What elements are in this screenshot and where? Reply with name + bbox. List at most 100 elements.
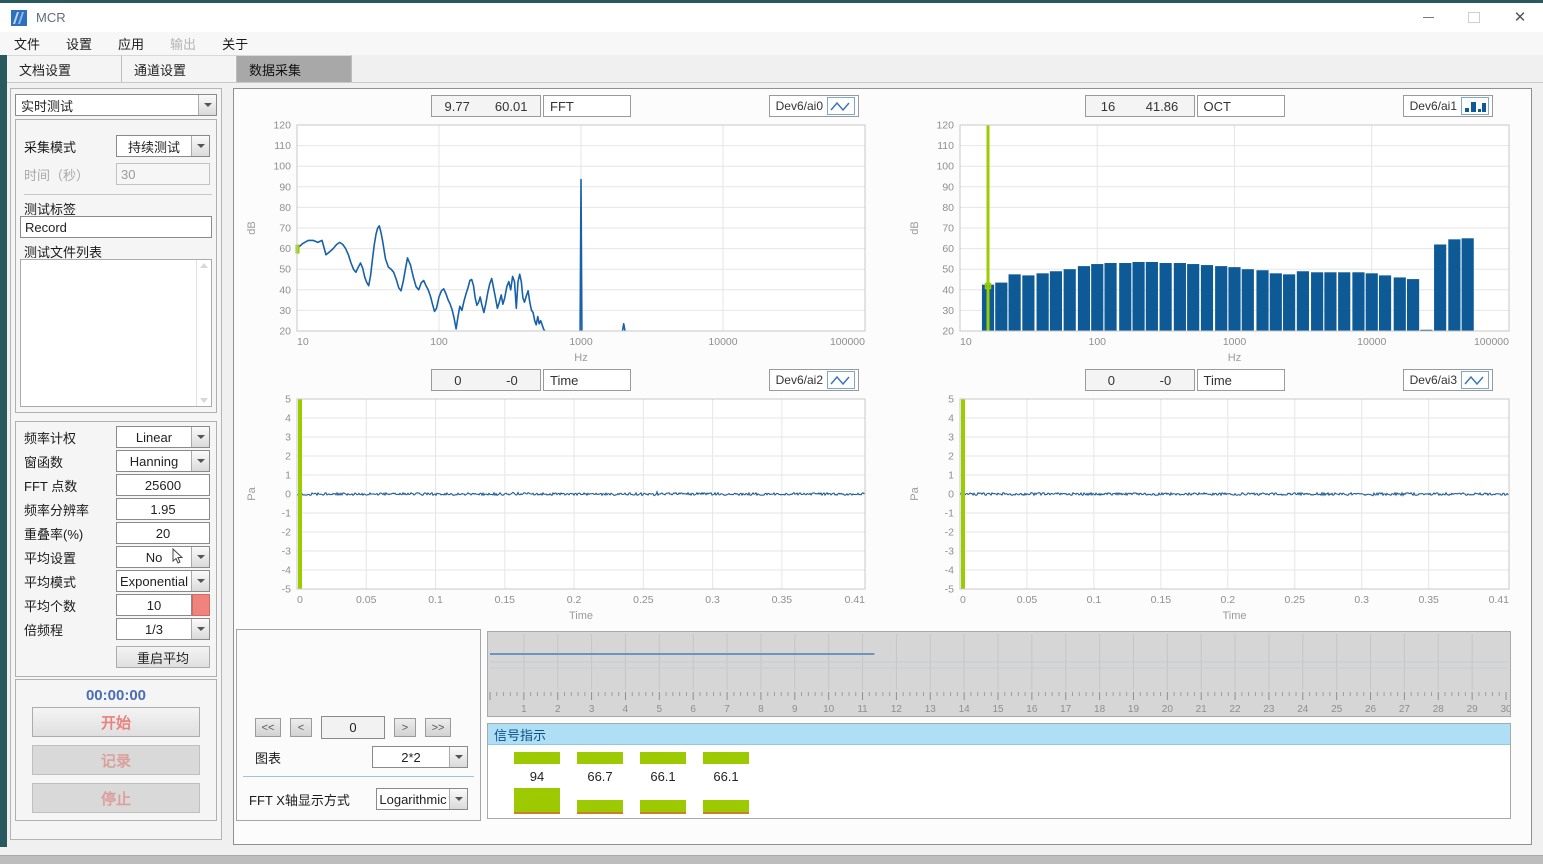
oct-plot[interactable]: 2030405060708090100110120101001000100001… — [904, 119, 1525, 365]
last-page-button[interactable]: >> — [425, 718, 451, 737]
svg-text:1: 1 — [521, 704, 527, 715]
svg-text:-3: -3 — [945, 546, 954, 558]
time-ai3-plot[interactable]: -5-4-3-2-101234500.050.10.150.20.250.30.… — [904, 393, 1525, 623]
listbox-scrollbar[interactable] — [196, 260, 211, 406]
svg-text:4: 4 — [623, 704, 629, 715]
chart-time-ai3-header: 0 -0 Time Dev6/ai3 — [904, 367, 1525, 393]
acq-mode-label: 采集模式 — [24, 137, 76, 156]
svg-text:-5: -5 — [282, 584, 291, 596]
channel-selector[interactable]: Dev6/ai3 — [1403, 369, 1493, 391]
start-button[interactable]: 开始 — [32, 707, 200, 737]
restart-average-button[interactable]: 重启平均 — [116, 646, 210, 668]
svg-text:Hz: Hz — [1228, 352, 1241, 364]
chart-oct: 16 41.86 OCT Dev6/ai1 — [904, 93, 1525, 365]
freq-weight-select[interactable]: Linear — [116, 426, 210, 448]
next-page-button[interactable]: > — [394, 718, 416, 737]
svg-text:40: 40 — [279, 284, 291, 296]
channel-selector[interactable]: Dev6/ai1 — [1403, 95, 1493, 117]
signal-meter: 66.1 — [703, 752, 749, 784]
svg-text:5: 5 — [948, 394, 954, 406]
svg-text:70: 70 — [942, 223, 954, 235]
avg-mode-select[interactable]: Exponential — [116, 570, 210, 592]
menu-about[interactable]: 关于 — [222, 34, 248, 53]
avg-setting-select[interactable]: No — [116, 546, 210, 568]
channel-selector[interactable]: Dev6/ai2 — [769, 369, 859, 391]
freq-resolution-label: 频率分辨率 — [24, 500, 89, 519]
menu-file[interactable]: 文件 — [14, 34, 40, 53]
tab-bar: 文档设置 通道设置 数据采集 — [7, 55, 1543, 83]
analysis-settings-group: 频率计权 Linear 窗函数 Hanning FFT 点数 频率分辨率 重叠率… — [15, 421, 217, 677]
svg-text:29: 29 — [1467, 704, 1479, 715]
test-label-field[interactable] — [20, 216, 212, 238]
scroll-down-icon[interactable] — [200, 398, 208, 403]
svg-text:10: 10 — [297, 336, 309, 348]
vu-bar — [577, 800, 623, 814]
chevron-down-icon — [191, 136, 209, 156]
acquisition-group: 采集模式 持续测试 时间（秒） 测试标签 测试文件列表 — [15, 119, 217, 413]
first-page-button[interactable]: << — [255, 718, 281, 737]
line-chart-icon — [827, 97, 855, 115]
bar-chart-icon — [1461, 97, 1489, 115]
test-file-listbox[interactable] — [20, 259, 212, 407]
octave-select[interactable]: 1/3 — [116, 618, 210, 640]
elapsed-timer: 00:00:00 — [16, 687, 216, 704]
svg-text:14: 14 — [959, 704, 971, 715]
svg-text:12: 12 — [891, 704, 903, 715]
page-number-box[interactable]: 0 — [321, 716, 385, 739]
menu-bar: 文件 设置 应用 输出 关于 — [0, 32, 1543, 55]
svg-text:10000: 10000 — [1357, 336, 1386, 348]
svg-text:110: 110 — [274, 140, 291, 152]
level-bar — [577, 752, 623, 764]
avg-mode-label: 平均模式 — [24, 572, 76, 591]
svg-text:0.05: 0.05 — [1017, 594, 1038, 606]
avg-count-label: 平均个数 — [24, 596, 76, 615]
status-bar — [0, 855, 1543, 864]
maximize-button[interactable] — [1451, 3, 1497, 32]
svg-text:30: 30 — [1500, 704, 1510, 715]
svg-text:0.25: 0.25 — [633, 594, 654, 606]
fft-points-field[interactable] — [116, 474, 210, 496]
overlap-field[interactable] — [116, 522, 210, 544]
tab-channel-settings[interactable]: 通道设置 — [122, 55, 237, 82]
prev-page-button[interactable]: < — [290, 718, 312, 737]
test-mode-select[interactable]: 实时测试 — [15, 94, 217, 116]
vu-bar — [640, 800, 686, 814]
close-button[interactable]: ✕ — [1497, 3, 1543, 32]
acq-mode-select[interactable]: 持续测试 — [116, 135, 210, 157]
svg-text:-4: -4 — [282, 565, 291, 577]
svg-text:2: 2 — [285, 451, 291, 463]
chart-type-box[interactable]: FFT — [543, 95, 631, 117]
time-ai2-plot[interactable]: -5-4-3-2-101234500.050.10.150.20.250.30.… — [241, 393, 881, 623]
tab-document-settings[interactable]: 文档设置 — [7, 55, 122, 82]
svg-text:100: 100 — [936, 161, 954, 173]
scroll-up-icon[interactable] — [200, 263, 208, 268]
menu-application[interactable]: 应用 — [118, 34, 144, 53]
svg-text:0: 0 — [297, 594, 303, 606]
tab-data-acquisition[interactable]: 数据采集 — [237, 55, 352, 82]
svg-text:dB: dB — [246, 221, 258, 234]
chart-type-box[interactable]: Time — [543, 369, 631, 391]
menu-settings[interactable]: 设置 — [66, 34, 92, 53]
chart-type-box[interactable]: OCT — [1197, 95, 1285, 117]
chart-time-ai3: 0 -0 Time Dev6/ai3 -5-4-3-2-101234500.05… — [904, 367, 1525, 623]
window-title: MCR — [36, 10, 66, 25]
freq-resolution-field[interactable] — [116, 498, 210, 520]
chart-layout-select[interactable]: 2*2 — [372, 746, 468, 768]
svg-text:dB: dB — [909, 221, 921, 234]
svg-text:1: 1 — [285, 470, 291, 482]
record-timeline-strip[interactable]: 1234567891011121314151617181920212223242… — [487, 631, 1511, 717]
minimize-button[interactable] — [1405, 3, 1451, 32]
app-logo-icon — [10, 9, 28, 27]
fft-xaxis-select[interactable]: Logarithmic — [376, 788, 468, 810]
line-chart-icon — [827, 371, 855, 389]
signal-meter: 94 — [514, 752, 560, 784]
signal-level-row: 94 66.7 66.1 66.1 — [514, 752, 749, 784]
window-func-select[interactable]: Hanning — [116, 450, 210, 472]
svg-text:26: 26 — [1365, 704, 1377, 715]
chart-type-box[interactable]: Time — [1197, 369, 1285, 391]
divider — [243, 776, 474, 777]
avg-count-field[interactable] — [116, 594, 192, 616]
fft-plot[interactable]: 2030405060708090100110120101001000100001… — [241, 119, 881, 365]
svg-text:0.3: 0.3 — [705, 594, 720, 606]
channel-selector[interactable]: Dev6/ai0 — [769, 95, 859, 117]
